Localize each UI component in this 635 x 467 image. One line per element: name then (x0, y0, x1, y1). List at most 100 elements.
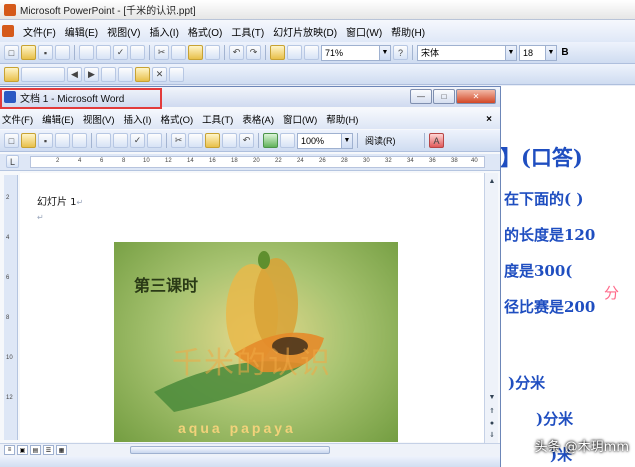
normal-view-icon[interactable]: ≡ (4, 445, 15, 455)
scroll-down-icon[interactable]: ▼ (486, 391, 498, 403)
document-close-button[interactable]: × (486, 114, 492, 125)
permission-icon[interactable] (55, 133, 70, 148)
next-page-icon[interactable]: ⇓ (486, 429, 498, 441)
word-menu-edit[interactable]: 编辑(E) (42, 112, 74, 126)
review-icon[interactable] (4, 66, 19, 82)
word-menu-table[interactable]: 表格(A) (242, 112, 274, 126)
copy-icon[interactable] (188, 133, 203, 148)
comment-icon[interactable] (135, 66, 150, 82)
insert-table-icon[interactable] (287, 45, 302, 60)
horizontal-scroll-thumb[interactable] (130, 446, 330, 454)
outline-view-icon[interactable]: ☰ (43, 445, 54, 455)
delete-comment-icon[interactable]: ✕ (152, 66, 167, 82)
web-view-icon[interactable]: ▣ (17, 445, 28, 455)
reject-icon[interactable] (118, 66, 133, 82)
email-icon[interactable] (72, 133, 87, 148)
print-icon[interactable] (79, 45, 94, 60)
font-color-icon[interactable]: A (429, 133, 444, 148)
reading-view-icon[interactable]: ▦ (56, 445, 67, 455)
tab-selector-icon[interactable]: L (6, 155, 19, 168)
next-icon[interactable]: ▶ (84, 66, 99, 82)
chevron-down-icon[interactable]: ▼ (545, 45, 556, 60)
paste-icon[interactable] (188, 45, 203, 60)
previous-page-icon[interactable]: ⇑ (486, 405, 498, 417)
chevron-down-icon[interactable]: ▼ (379, 45, 390, 60)
insert-table-icon[interactable] (280, 133, 295, 148)
print-icon[interactable] (96, 133, 111, 148)
ruler-tick: 12 (165, 158, 172, 164)
ppt-menu-tools[interactable]: 工具(T) (231, 24, 264, 39)
copy-icon[interactable] (171, 45, 186, 60)
zoom-combo[interactable]: 71% ▼ (321, 44, 391, 61)
save-icon[interactable]: ▪ (38, 45, 53, 60)
word-zoom-combo[interactable]: 100% ▼ (297, 132, 353, 149)
hyperlink-icon[interactable] (263, 133, 278, 148)
slide-canvas[interactable]: 】(口答) 在下面的( ) 的长度是120 度是300( 分 径比赛是200 )… (500, 86, 635, 467)
read-mode-button[interactable]: 阅读(R) (362, 133, 420, 149)
print-preview-icon[interactable] (113, 133, 128, 148)
print-preview-icon[interactable] (96, 45, 111, 60)
new-icon[interactable]: □ (4, 133, 19, 148)
word-menu-window[interactable]: 窗口(W) (283, 112, 317, 126)
print-view-icon[interactable]: ▤ (30, 445, 41, 455)
open-folder-icon[interactable] (21, 45, 36, 60)
chevron-down-icon[interactable]: ▼ (505, 45, 516, 60)
word-menu-tools[interactable]: 工具(T) (202, 112, 233, 126)
paragraph-mark-icon: ↵ (37, 213, 44, 222)
accept-icon[interactable] (101, 66, 116, 82)
ppt-menu-edit[interactable]: 编辑(E) (65, 24, 98, 39)
ppt-menu-format[interactable]: 格式(O) (188, 24, 222, 39)
maximize-icon[interactable]: □ (433, 89, 455, 104)
reviewing-pane-icon[interactable] (169, 66, 184, 82)
scroll-up-icon[interactable]: ▲ (486, 175, 498, 187)
save-icon[interactable]: ▪ (38, 133, 53, 148)
cut-icon[interactable]: ✂ (154, 45, 169, 60)
open-folder-icon[interactable] (21, 133, 36, 148)
research-icon[interactable] (147, 133, 162, 148)
insert-chart-icon[interactable] (270, 45, 285, 60)
word-menu-view[interactable]: 视图(V) (83, 112, 115, 126)
format-painter-icon[interactable] (222, 133, 237, 148)
paste-icon[interactable] (205, 133, 220, 148)
word-menu-format[interactable]: 格式(O) (160, 112, 193, 126)
bold-button[interactable]: B (559, 47, 571, 58)
embedded-slide-image[interactable]: 第三课时 千米的认识 aqua papaya (114, 242, 398, 442)
spelling-icon[interactable]: ✓ (130, 133, 145, 148)
document-page[interactable]: 幻灯片 1↵ ↵ 第三课时 千米的认识 aqua papaya (20, 173, 494, 442)
word-menu-insert[interactable]: 插入(I) (123, 112, 151, 126)
help-icon[interactable]: ? (393, 45, 408, 60)
word-window[interactable]: 文档 1 - Microsoft Word — □ ✕ 文件(F) 编辑(E) … (0, 86, 501, 467)
ppt-menu-file[interactable]: 文件(F) (23, 24, 56, 39)
vertical-ruler[interactable]: 2 4 6 8 10 12 (4, 175, 18, 440)
ppt-menu-window[interactable]: 窗口(W) (346, 24, 382, 39)
close-icon[interactable]: ✕ (456, 89, 496, 104)
undo-icon[interactable]: ↶ (239, 133, 254, 148)
previous-icon[interactable]: ◀ (67, 66, 82, 82)
undo-icon[interactable]: ↶ (229, 45, 244, 60)
ppt-menu-help[interactable]: 帮助(H) (391, 24, 425, 39)
redo-icon[interactable]: ↷ (246, 45, 261, 60)
word-menu-help[interactable]: 帮助(H) (326, 112, 358, 126)
spelling-icon[interactable]: ✓ (113, 45, 128, 60)
toolbar-separator (412, 45, 413, 60)
horizontal-ruler[interactable]: L 2 4 6 8 10 12 14 16 18 20 22 24 26 28 … (0, 154, 500, 171)
font-size-combo[interactable]: 18 ▼ (519, 44, 557, 61)
select-browse-object-icon[interactable]: ● (486, 417, 498, 429)
review-combo[interactable] (21, 66, 65, 82)
tables-borders-icon[interactable] (304, 45, 319, 60)
word-menu-file[interactable]: 文件(F) (2, 112, 33, 126)
document-paragraph[interactable]: 幻灯片 1↵ (37, 193, 83, 208)
ppt-menu-slideshow[interactable]: 幻灯片放映(D) (273, 24, 337, 39)
font-name-combo[interactable]: 宋体 ▼ (417, 44, 517, 61)
permission-icon[interactable] (55, 45, 70, 60)
minimize-icon[interactable]: — (410, 89, 432, 104)
vertical-scrollbar[interactable]: ▲ ▼ ⇑ ● ⇓ (484, 173, 498, 443)
horizontal-scrollbar[interactable]: ≡ ▣ ▤ ☰ ▦ (0, 443, 500, 456)
ppt-menu-view[interactable]: 视图(V) (107, 24, 140, 39)
chevron-down-icon[interactable]: ▼ (341, 133, 352, 148)
new-icon[interactable]: □ (4, 45, 19, 60)
cut-icon[interactable]: ✂ (171, 133, 186, 148)
research-icon[interactable] (130, 45, 145, 60)
format-painter-icon[interactable] (205, 45, 220, 60)
ppt-menu-insert[interactable]: 插入(I) (149, 24, 178, 39)
